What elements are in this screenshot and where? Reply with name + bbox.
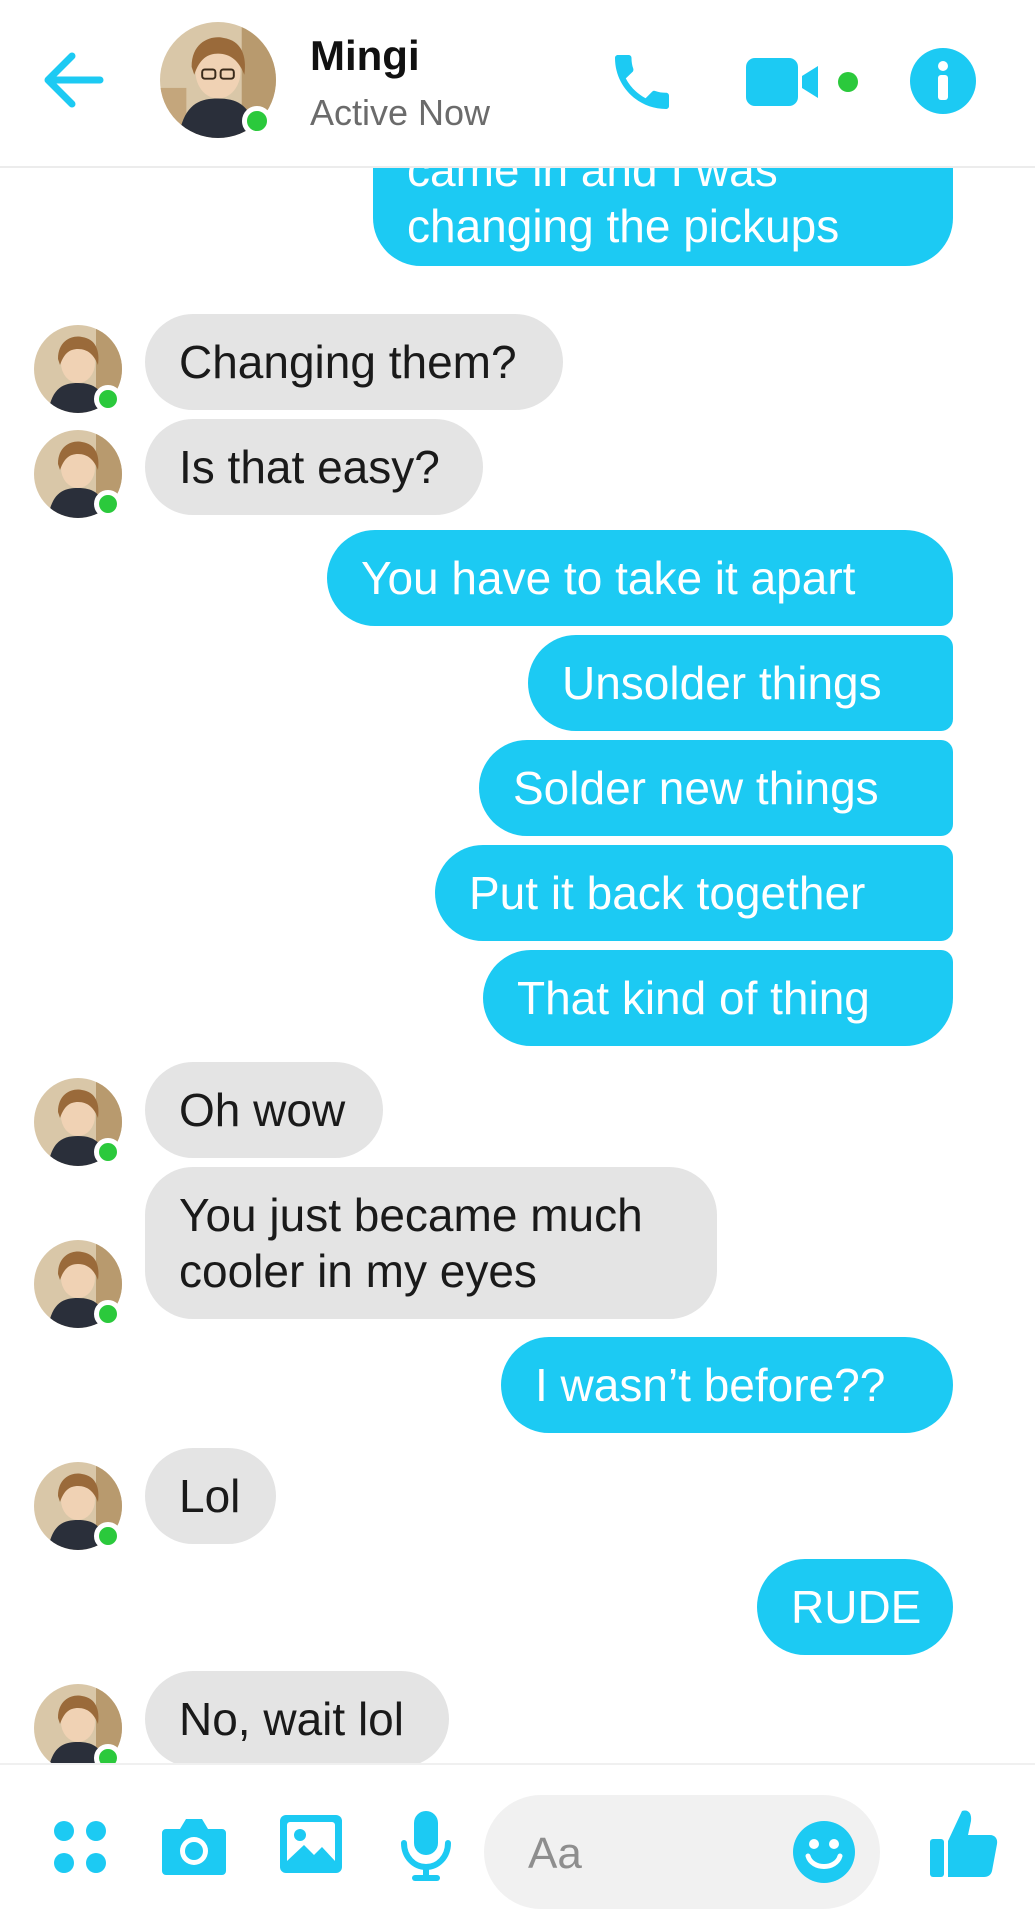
message-text: I wasn’t before?? xyxy=(535,1359,886,1411)
message-bubble-sent[interactable]: Put it back together xyxy=(435,845,953,941)
message-line: changing the pickups xyxy=(407,200,840,252)
gallery-icon[interactable] xyxy=(278,1813,344,1875)
message-text: That kind of thing xyxy=(517,972,870,1024)
message-input-placeholder: Aa xyxy=(528,1829,582,1878)
contact-name[interactable]: Mingi xyxy=(310,32,420,80)
phone-icon[interactable] xyxy=(606,46,678,118)
message-bubble-sent[interactable]: Unsolder things xyxy=(528,635,953,731)
video-camera-icon[interactable] xyxy=(746,54,858,112)
chat-header: Mingi Active Now xyxy=(0,0,1035,168)
online-indicator xyxy=(94,1138,122,1166)
contact-avatar[interactable] xyxy=(34,325,122,413)
composer-bar: Aa xyxy=(0,1763,1035,1920)
online-indicator xyxy=(94,1522,122,1550)
message-bubble-received[interactable]: Lol xyxy=(145,1448,276,1544)
microphone-icon[interactable] xyxy=(400,1809,452,1883)
message-text: No, wait lol xyxy=(179,1693,404,1745)
contact-avatar[interactable] xyxy=(34,1240,122,1328)
message-bubble-received[interactable]: No, wait lol xyxy=(145,1671,449,1763)
message-text: Put it back together xyxy=(469,867,866,919)
online-indicator xyxy=(242,106,272,136)
message-bubble-sent[interactable]: You have to take it apart xyxy=(327,530,953,626)
apps-grid-icon[interactable] xyxy=(52,1819,108,1875)
contact-avatar[interactable] xyxy=(34,1078,122,1166)
back-arrow-icon[interactable] xyxy=(38,44,110,116)
message-bubble-sent[interactable]: RUDE xyxy=(757,1559,953,1655)
contact-avatar[interactable] xyxy=(34,1462,122,1550)
online-indicator xyxy=(94,490,122,518)
message-text: Changing them? xyxy=(179,336,517,388)
message-text: Solder new things xyxy=(513,762,879,814)
emoji-icon[interactable] xyxy=(792,1820,856,1884)
message-line: cooler in my eyes xyxy=(179,1245,537,1297)
message-text: Unsolder things xyxy=(562,657,882,709)
camera-icon[interactable] xyxy=(160,1815,228,1877)
message-line: You just became much xyxy=(179,1189,643,1241)
message-bubble-sent[interactable]: That kind of thing xyxy=(483,950,953,1046)
message-text: Oh wow xyxy=(179,1084,346,1136)
active-status: Active Now xyxy=(310,92,491,133)
message-bubble-sent[interactable]: came in and I was changing the pickups xyxy=(373,168,953,266)
info-icon[interactable] xyxy=(910,48,976,114)
contact-avatar[interactable] xyxy=(160,22,276,138)
contact-avatar[interactable] xyxy=(34,1684,122,1763)
thumbs-up-icon[interactable] xyxy=(928,1807,998,1879)
online-indicator xyxy=(94,1300,122,1328)
message-bubble-received[interactable]: You just became much cooler in my eyes xyxy=(145,1167,717,1319)
online-indicator xyxy=(94,385,122,413)
message-bubble-sent[interactable]: Solder new things xyxy=(479,740,953,836)
message-text: Lol xyxy=(179,1470,241,1522)
message-text: RUDE xyxy=(791,1581,922,1633)
message-bubble-received[interactable]: Changing them? xyxy=(145,314,563,410)
message-bubble-sent[interactable]: I wasn’t before?? xyxy=(501,1337,953,1433)
message-text: You have to take it apart xyxy=(361,552,856,604)
message-bubble-received[interactable]: Is that easy? xyxy=(145,419,483,515)
message-bubble-received[interactable]: Oh wow xyxy=(145,1062,383,1158)
contact-avatar[interactable] xyxy=(34,430,122,518)
message-line: came in and I was xyxy=(407,168,778,196)
message-thread[interactable]: came in and I was changing the pickups C… xyxy=(0,168,1035,1763)
message-input[interactable]: Aa xyxy=(484,1795,880,1909)
message-text: Is that easy? xyxy=(179,441,440,493)
